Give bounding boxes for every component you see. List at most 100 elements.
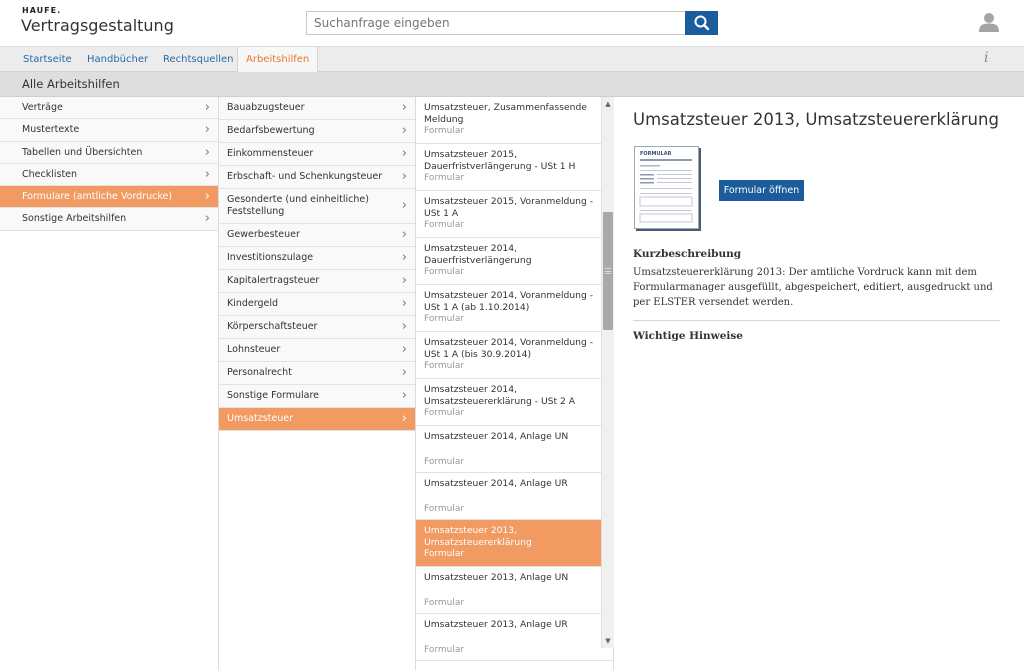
subcategory-item-feststellung[interactable]: Gesonderte (und einheitliche) Feststellu…	[219, 189, 415, 224]
subcategory-item-gewerbesteuer[interactable]: Gewerbesteuer ›	[219, 224, 415, 247]
category-item-checklisten[interactable]: Checklisten ›	[0, 163, 218, 187]
tab-rechtsquellen[interactable]: Rechtsquellen	[155, 47, 242, 72]
detail-title: Umsatzsteuer 2013, Umsatzsteuererklärung	[633, 110, 999, 129]
info-icon[interactable]: i	[984, 50, 988, 66]
document-item[interactable]: Umsatzsteuer 2014, Anlage UR Formular	[416, 473, 613, 520]
document-type: Formular	[424, 645, 465, 655]
document-item[interactable]: Umsatzsteuer 2013, Anlage UN Formular	[416, 567, 613, 614]
document-title: Umsatzsteuer 2014, Voranmeldung - USt 1 …	[424, 290, 594, 313]
document-item[interactable]: Umsatzsteuer 2014, Voranmeldung - USt 1 …	[416, 285, 613, 332]
tab-handbuecher[interactable]: Handbücher	[79, 47, 156, 72]
document-item[interactable]: Umsatzsteuer, Zusammenfassende Meldung F…	[416, 97, 613, 144]
subcategory-item-einkommensteuer[interactable]: Einkommensteuer ›	[219, 143, 415, 166]
document-title: Umsatzsteuer 2014, Anlage UR	[424, 478, 568, 489]
document-item[interactable]: Umsatzsteuer 2015, Dauerfristverlängerun…	[416, 144, 613, 191]
subcategory-label: Personalrecht	[227, 367, 292, 378]
document-type: Formular	[424, 361, 465, 371]
document-item[interactable]: Umsatzsteuer 2014, Umsatzsteuererklärung…	[416, 379, 613, 426]
document-item-selected[interactable]: Umsatzsteuer 2013, Umsatzsteuererklärung…	[416, 520, 613, 567]
subcategory-label: Bauabzugsteuer	[227, 102, 305, 113]
document-type: Formular	[424, 314, 465, 324]
section-title: Alle Arbeitshilfen	[22, 77, 120, 91]
search-button[interactable]	[685, 11, 718, 35]
subcategory-item-investitionszulage[interactable]: Investitionszulage ›	[219, 247, 415, 270]
detail-panel: Umsatzsteuer 2013, Umsatzsteuererklärung…	[614, 97, 1024, 670]
chevron-right-icon: ›	[401, 296, 407, 311]
search-input[interactable]	[306, 11, 686, 35]
document-title: Umsatzsteuer 2013, Anlage UN	[424, 572, 569, 583]
subcategory-label: Kindergeld	[227, 298, 279, 309]
category-item-sonstige[interactable]: Sonstige Arbeitshilfen ›	[0, 208, 218, 231]
subcategory-item-umsatzsteuer[interactable]: Umsatzsteuer ›	[219, 408, 415, 431]
subcategory-item-bauabzugsteuer[interactable]: Bauabzugsteuer ›	[219, 97, 415, 120]
document-item[interactable]: Umsatzsteuer 2014, Voranmeldung - USt 1 …	[416, 332, 613, 379]
search-icon	[694, 15, 710, 31]
product-title[interactable]: Vertragsgestaltung	[21, 16, 174, 35]
subcategory-label: Erbschaft- und Schenkungsteuer	[227, 171, 383, 182]
app-header: HAUFE. Vertragsgestaltung	[0, 0, 1024, 46]
user-icon	[979, 13, 999, 32]
scroll-up-arrow-icon[interactable]: ▲	[602, 99, 614, 109]
document-item[interactable]: Umsatzsteuer 2014, Dauerfristverlängerun…	[416, 238, 613, 285]
category-item-mustertexte[interactable]: Mustertexte ›	[0, 119, 218, 142]
brand-logo[interactable]: HAUFE.	[22, 6, 61, 15]
subcategory-label: Sonstige Formulare	[227, 390, 320, 401]
subcategory-label: Körperschaftsteuer	[227, 321, 318, 332]
document-title: Umsatzsteuer 2014, Umsatzsteuererklärung…	[424, 384, 576, 407]
chevron-right-icon: ›	[401, 100, 407, 115]
chevron-right-icon: ›	[401, 319, 407, 334]
subcategory-item-bedarfsbewertung[interactable]: Bedarfsbewertung ›	[219, 120, 415, 143]
scrollbar-thumb[interactable]	[603, 212, 613, 330]
chevron-right-icon: ›	[401, 250, 407, 265]
subcategory-label: Gewerbesteuer	[227, 229, 300, 240]
section-header: Alle Arbeitshilfen	[0, 72, 1024, 97]
document-item[interactable]: Umsatzsteuer 2015, Voranmeldung - USt 1 …	[416, 191, 613, 238]
chevron-right-icon: ›	[401, 365, 407, 380]
main-navigation: Startseite Handbücher Rechtsquellen Arbe…	[0, 46, 1024, 72]
chevron-right-icon: ›	[204, 100, 210, 115]
search-bar	[306, 11, 718, 35]
subcategory-label: Gesonderte (und einheitliche) Feststellu…	[227, 194, 369, 217]
form-thumbnail[interactable]: FORMULAR	[634, 146, 699, 229]
category-item-vertraege[interactable]: Verträge ›	[0, 97, 218, 120]
tab-arbeitshilfen[interactable]: Arbeitshilfen	[237, 47, 319, 72]
document-type: Formular	[424, 408, 465, 418]
category-label: Sonstige Arbeitshilfen	[22, 213, 127, 225]
summary-text: Umsatzsteuererklärung 2013: Der amtliche…	[633, 267, 993, 308]
open-form-button[interactable]: Formular öffnen	[719, 180, 804, 201]
subcategory-label: Lohnsteuer	[227, 344, 281, 355]
scroll-down-arrow-icon[interactable]: ▼	[602, 636, 614, 646]
subcategory-item-erbschaftsteuer[interactable]: Erbschaft- und Schenkungsteuer ›	[219, 166, 415, 189]
document-title: Umsatzsteuer 2013, Anlage UR	[424, 619, 568, 630]
user-avatar[interactable]	[978, 11, 1000, 33]
chevron-right-icon: ›	[401, 273, 407, 288]
subcategory-item-koerperschaftsteuer[interactable]: Körperschaftsteuer ›	[219, 316, 415, 339]
document-title: Umsatzsteuer 2014, Anlage UN	[424, 431, 569, 442]
subcategory-item-lohnsteuer[interactable]: Lohnsteuer ›	[219, 339, 415, 362]
subcategory-item-kapitalertragsteuer[interactable]: Kapitalertragsteuer ›	[219, 270, 415, 293]
notes-heading[interactable]: Wichtige Hinweise	[633, 330, 743, 342]
subcategory-item-sonstige-formulare[interactable]: Sonstige Formulare ›	[219, 385, 415, 408]
document-item[interactable]: Umsatzsteuer 2013, Anlage UR Formular	[416, 614, 613, 661]
category-label: Tabellen und Übersichten	[22, 146, 143, 158]
document-type: Formular	[424, 457, 465, 467]
document-list-scrollbar[interactable]: ▲ ▼	[601, 97, 614, 648]
document-title: Umsatzsteuer 2013, Umsatzsteuererklärung	[424, 525, 532, 548]
chevron-right-icon: ›	[401, 388, 407, 403]
category-item-formulare[interactable]: Formulare (amtliche Vordrucke) ›	[0, 186, 218, 209]
chevron-right-icon: ›	[401, 198, 407, 213]
document-type: Formular	[424, 126, 465, 136]
tab-startseite[interactable]: Startseite	[15, 47, 80, 72]
category-label: Checklisten	[22, 168, 78, 180]
subcategory-label: Kapitalertragsteuer	[227, 275, 320, 286]
category-label: Formulare (amtliche Vordrucke)	[22, 191, 173, 203]
chevron-right-icon: ›	[401, 146, 407, 161]
chevron-right-icon: ›	[204, 144, 210, 160]
document-list: Umsatzsteuer, Zusammenfassende Meldung F…	[416, 97, 614, 670]
document-type: Formular	[424, 504, 465, 514]
category-item-tabellen[interactable]: Tabellen und Übersichten ›	[0, 141, 218, 164]
document-item[interactable]: Umsatzsteuer 2014, Anlage UN Formular	[416, 426, 613, 473]
subcategory-item-personalrecht[interactable]: Personalrecht ›	[219, 362, 415, 385]
document-type: Formular	[424, 267, 465, 277]
subcategory-item-kindergeld[interactable]: Kindergeld ›	[219, 293, 415, 316]
